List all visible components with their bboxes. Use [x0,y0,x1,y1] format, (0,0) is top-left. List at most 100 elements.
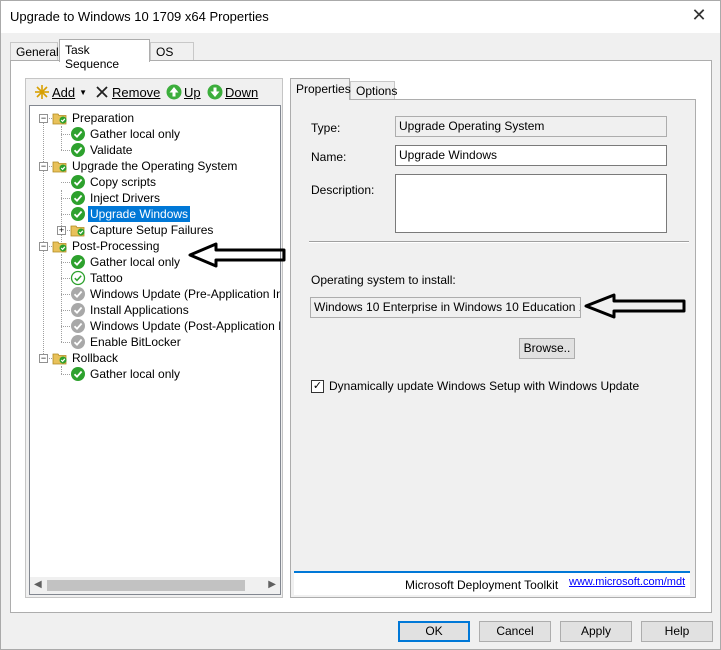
mdt-link[interactable]: www.microsoft.com/mdt [569,576,685,588]
disabled-check-icon [70,286,86,302]
tab-os-info[interactable]: OS Info [150,42,194,73]
tree-item-label: Post-Processing [72,239,160,253]
tree-line [43,118,44,358]
tree-line [61,342,70,343]
tree-step[interactable]: Validate [70,142,134,158]
browse-button[interactable]: Browse.. [519,338,575,359]
os-to-install-label: Operating system to install: [311,273,456,287]
tree-item-label: Inject Drivers [90,191,161,205]
green-check-icon [70,206,86,222]
tree-item-label: Gather local only [90,127,181,141]
tree-line [61,278,70,279]
tree-group[interactable]: Rollback [52,350,120,366]
tab-properties[interactable]: Properties [290,78,351,100]
check-outline-icon [70,270,86,286]
tree-step[interactable]: Copy scripts [70,174,158,190]
checkmark-icon: ✓ [312,380,323,392]
collapse-icon[interactable]: − [39,162,48,171]
collapse-icon[interactable]: − [39,114,48,123]
remove-label: Remove [112,84,161,100]
up-button[interactable]: Up [166,83,201,101]
tree-item-label: Install Applications [90,303,189,317]
folder-check-icon [52,238,68,254]
tree-item-label: Validate [90,143,133,157]
description-label: Description: [311,183,375,197]
tree-line [61,150,70,151]
tree-line [61,310,70,311]
tree-group[interactable]: Post-Processing [52,238,161,254]
tree-step[interactable]: Gather local only [70,126,182,142]
tree-step[interactable]: Enable BitLocker [70,334,183,350]
step-properties-panel: Properties Options Type: Upgrade Operati… [290,78,696,598]
tree-step[interactable]: Upgrade Windows [70,206,191,222]
expand-icon[interactable]: + [57,226,66,235]
disabled-check-icon [70,318,86,334]
tree-step[interactable]: Gather local only [70,366,182,382]
tree-group[interactable]: Preparation [52,110,136,126]
add-button[interactable]: Add ▼ [34,83,87,101]
tree-item-label: Copy scripts [90,175,157,189]
tree-item-label: Capture Setup Failures [90,223,214,237]
tree-step[interactable]: Tattoo [70,270,125,286]
tree-step[interactable]: Gather local only [70,254,182,270]
tree-horizontal-scrollbar[interactable]: ◀ ▶ [30,577,280,594]
collapse-icon[interactable]: − [39,354,48,363]
add-label: Add [52,84,76,100]
remove-button[interactable]: Remove [94,83,160,101]
tab-general[interactable]: General [10,42,59,61]
mdt-brand-text: Microsoft Deployment Toolkit [405,578,559,592]
green-check-icon [70,174,86,190]
tree-line [61,262,70,263]
tree-line [61,198,70,199]
help-button[interactable]: Help [641,621,713,642]
tree-item-label: Windows Update (Pre-Application Installa [90,287,280,301]
tree-line [61,214,70,215]
down-label: Down [225,84,259,100]
remove-x-icon [94,84,110,100]
tree-step[interactable]: Inject Drivers [70,190,162,206]
separator [309,241,689,243]
apply-button[interactable]: Apply [560,621,632,642]
disabled-check-icon [70,302,86,318]
tree-item-label: Tattoo [90,271,123,285]
tree-item-label: Windows Update (Post-Application Install… [90,319,280,333]
name-field[interactable]: Upgrade Windows [395,145,667,166]
tree-line [61,326,70,327]
scroll-right-icon[interactable]: ▶ [268,579,276,590]
tree-group[interactable]: Capture Setup Failures [70,222,215,238]
down-button[interactable]: Down [207,83,258,101]
tree-line [61,366,62,374]
disabled-check-icon [70,334,86,350]
green-check-icon [70,254,86,270]
task-sequence-page: Add ▼ Remove Up Down − Preparation Gathe… [10,60,712,613]
dropdown-arrow-icon: ▼ [79,87,88,97]
title-bar: Upgrade to Windows 10 1709 x64 Propertie… [1,1,720,33]
scrollbar-thumb[interactable] [47,580,245,591]
collapse-icon[interactable]: − [39,242,48,251]
close-icon[interactable]: ✕ [688,5,710,26]
tree-item-label: Gather local only [90,367,181,381]
tree-step[interactable]: Windows Update (Pre-Application Installa [70,286,280,302]
properties-page: Type: Upgrade Operating System Name: Upg… [290,99,696,598]
add-star-icon [34,84,50,100]
name-label: Name: [311,150,347,164]
green-check-icon [70,366,86,382]
ok-button[interactable]: OK [398,621,470,642]
cancel-button[interactable]: Cancel [479,621,551,642]
description-field[interactable] [395,174,667,233]
tree-step[interactable]: Windows Update (Post-Application Install… [70,318,280,334]
editor-toolbar: Add ▼ Remove Up Down [26,79,282,105]
dynamic-update-checkbox[interactable]: ✓ [311,380,324,393]
task-sequence-tree[interactable]: − Preparation Gather local only Validate − Up… [29,105,281,595]
tree-step[interactable]: Install Applications [70,302,191,318]
annotation-arrow-left [584,293,686,319]
type-label: Type: [311,121,341,135]
os-to-install-field: Windows 10 Enterprise in Windows 10 Educ… [310,297,581,318]
tab-options[interactable]: Options [350,81,397,100]
tab-task-sequence[interactable]: Task Sequence [59,39,150,71]
scroll-left-icon[interactable]: ◀ [34,579,42,590]
tree-group[interactable]: Upgrade the Operating System [52,158,239,174]
dynamic-update-label[interactable]: Dynamically update Windows Setup with Wi… [329,379,639,393]
tree-line [61,294,70,295]
green-check-icon [70,126,86,142]
